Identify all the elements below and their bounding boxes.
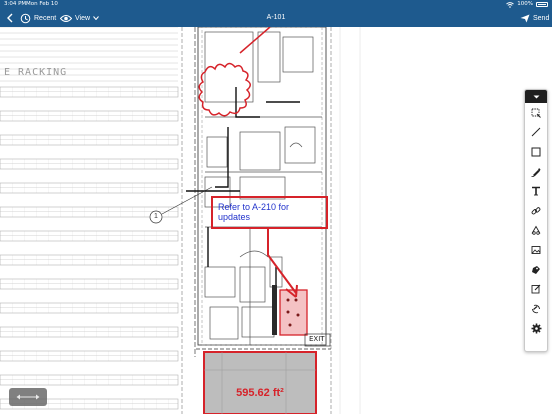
- toolbar-collapse-button[interactable]: [525, 90, 547, 103]
- back-button[interactable]: [7, 9, 13, 27]
- text-tool-icon: [532, 186, 540, 196]
- rotate-tool-button[interactable]: [525, 299, 547, 319]
- racking-row: [0, 134, 179, 146]
- line-tool-icon: [531, 128, 541, 137]
- cloud-tool-icon: [531, 225, 541, 236]
- status-time: 3:04 PM: [4, 1, 27, 7]
- send-icon: [520, 14, 530, 22]
- racking-row: [0, 230, 179, 242]
- battery-percent: 100%: [517, 1, 533, 7]
- racking-row: [0, 302, 179, 314]
- callout-bubble-label: 1: [154, 213, 158, 220]
- racking-row: [0, 182, 179, 194]
- chevron-left-icon: [7, 13, 13, 23]
- rectangle-tool-button[interactable]: [525, 142, 547, 162]
- racking-row: [0, 110, 179, 122]
- edit-tool-icon: [531, 284, 541, 294]
- horizontal-arrows-icon: [16, 394, 40, 400]
- rotate-icon: [532, 304, 540, 313]
- racking-row: [0, 350, 179, 362]
- stamp-tool-icon: [532, 265, 540, 274]
- link-tool-button[interactable]: [525, 201, 547, 221]
- clock-icon: [20, 13, 31, 23]
- view-label: View: [75, 14, 91, 22]
- cloud-tool-button[interactable]: [525, 221, 547, 241]
- racking-row: [0, 86, 179, 98]
- edit-tool-button[interactable]: [525, 279, 547, 299]
- racking-label: E RACKING: [4, 67, 68, 78]
- racking-row: [0, 374, 179, 386]
- selection-tool-button[interactable]: [525, 103, 547, 123]
- area-measure-label[interactable]: 595.62 ft²: [204, 387, 316, 399]
- scroll-pill[interactable]: [9, 388, 47, 406]
- racking-row: [0, 278, 179, 290]
- recent-label: Recent: [34, 14, 57, 22]
- racking-row: [0, 326, 179, 338]
- view-button[interactable]: View: [60, 9, 99, 27]
- callout-text[interactable]: Refer to A-210 for updates: [218, 202, 322, 222]
- cloud-markup: [198, 62, 251, 117]
- status-bar: 3:04 PM Mon Feb 10 100%: [0, 0, 552, 9]
- rectangle-tool-icon: [531, 147, 541, 157]
- status-right: 100%: [506, 0, 548, 9]
- text-tool-button[interactable]: [525, 181, 547, 201]
- highlighter-icon: [531, 167, 541, 177]
- wifi-icon: [506, 1, 515, 8]
- battery-icon: [536, 2, 548, 7]
- chevron-down-icon: [93, 16, 99, 20]
- image-tool-icon: [531, 246, 541, 254]
- link-tool-icon: [531, 207, 541, 215]
- racking-row: [0, 254, 179, 266]
- markup-toolbar: [524, 89, 548, 352]
- send-label: Send: [533, 14, 550, 22]
- highlighter-tool-button[interactable]: [525, 162, 547, 182]
- settings-icon: [531, 323, 541, 334]
- area-measure: [203, 351, 317, 414]
- status-date: Mon Feb 10: [26, 1, 58, 7]
- selection-icon: [531, 108, 541, 118]
- eye-icon: [60, 14, 72, 22]
- stamp-tool-button[interactable]: [525, 260, 547, 280]
- image-tool-button[interactable]: [525, 240, 547, 260]
- highlighted-room: [279, 289, 308, 336]
- recent-button[interactable]: Recent: [20, 9, 56, 27]
- drawing-canvas[interactable]: E RACKING 1 Refer to A-210 for updates E…: [0, 27, 552, 414]
- nav-bar: Recent View A-101 Send: [0, 9, 552, 27]
- racking-row: [0, 158, 179, 170]
- line-tool-button[interactable]: [525, 123, 547, 143]
- settings-tool-button[interactable]: [525, 319, 547, 339]
- collapse-icon: [533, 95, 539, 98]
- exit-label: EXIT: [309, 335, 325, 343]
- send-button[interactable]: Send: [520, 9, 549, 27]
